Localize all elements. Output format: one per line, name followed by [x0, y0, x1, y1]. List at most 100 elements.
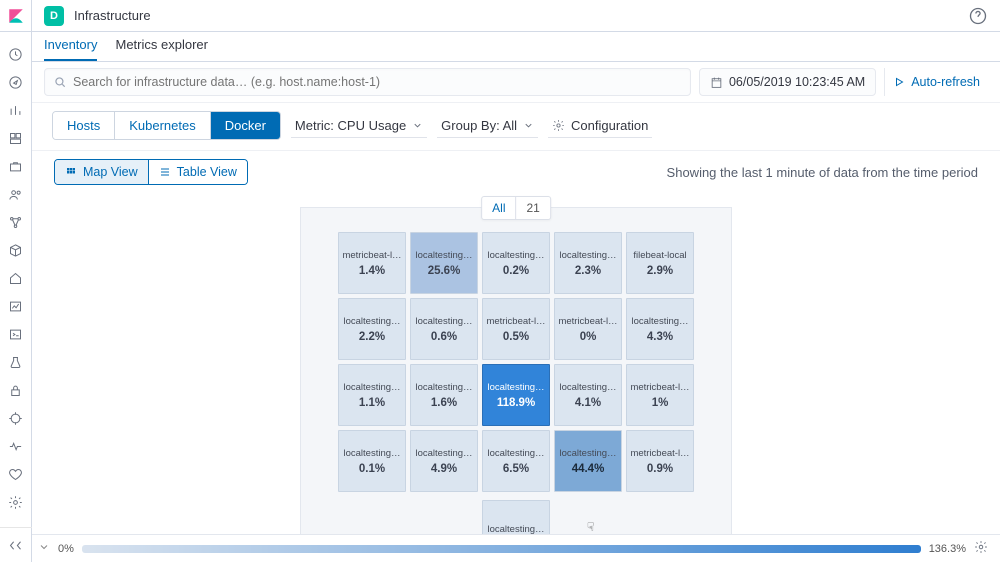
tile-name: metricbeat-l… — [485, 316, 547, 327]
metric-dropdown[interactable]: Metric: CPU Usage — [291, 114, 427, 138]
tile-name: metricbeat-l… — [341, 250, 403, 261]
pill-docker[interactable]: Docker — [211, 112, 280, 139]
waffle-tile[interactable]: localtesting…2.2% — [338, 298, 406, 360]
waffle-tile[interactable]: metricbeat-l…0.9% — [626, 430, 694, 492]
space-badge[interactable]: D — [44, 6, 64, 26]
briefcase-icon[interactable] — [0, 152, 32, 180]
waffle-tile[interactable]: metricbeat-l…0.5% — [482, 298, 550, 360]
graph-icon[interactable] — [0, 208, 32, 236]
tile-name: localtesting… — [485, 382, 547, 393]
waffle-tile[interactable]: filebeat-local2.9% — [626, 232, 694, 294]
search-input-wrap[interactable] — [44, 68, 691, 96]
waffle-tile[interactable]: localtesting…1.6% — [410, 364, 478, 426]
view-row: Map View Table View Showing the last 1 m… — [32, 151, 1000, 189]
waffle-tile[interactable]: localtesting…25.6% — [410, 232, 478, 294]
groupby-dropdown[interactable]: Group By: All — [437, 114, 538, 138]
waffle-tile[interactable]: localtesting… 118.9% — [482, 364, 550, 426]
terminal-icon[interactable] — [0, 320, 32, 348]
tile-name: localtesting… — [557, 448, 619, 459]
legend-min: 0% — [58, 543, 74, 555]
clock-icon[interactable] — [0, 40, 32, 68]
summary-text: Showing the last 1 minute of data from t… — [667, 165, 984, 180]
home-icon[interactable] — [0, 264, 32, 292]
waffle-tile[interactable]: metricbeat-l… 1% — [626, 364, 694, 426]
kibana-logo[interactable] — [0, 0, 32, 32]
tab-metrics-explorer[interactable]: Metrics explorer — [115, 31, 207, 61]
configuration-link[interactable]: Configuration — [548, 114, 652, 138]
tile-value: 4.1% — [575, 397, 601, 409]
heart-icon[interactable] — [0, 460, 32, 488]
waffle-tile[interactable]: localtesting…0.1% — [338, 430, 406, 492]
tabs: Inventory Metrics explorer — [32, 32, 1000, 62]
tile-name: localtesting… — [629, 316, 691, 327]
bar-chart-icon[interactable] — [0, 96, 32, 124]
tile-name: metricbeat-l… — [629, 382, 691, 393]
compass-icon[interactable] — [0, 68, 32, 96]
datetime-picker[interactable]: 06/05/2019 10:23:45 AM — [699, 68, 876, 96]
waffle-tile[interactable]: localtesting…0.2% — [482, 232, 550, 294]
tile-value: 118.9% — [497, 397, 535, 409]
group-label: All — [482, 197, 515, 219]
tile-name: localtesting… — [485, 448, 547, 459]
map-view-label: Map View — [83, 165, 138, 179]
tile-name: localtesting… — [485, 524, 547, 535]
tile-name: localtesting… — [413, 316, 475, 327]
tile-name: localtesting… — [413, 448, 475, 459]
waffle-tile[interactable]: localtesting… 4.9% — [410, 430, 478, 492]
pill-kubernetes[interactable]: Kubernetes — [115, 112, 211, 139]
collapse-icon[interactable] — [0, 534, 32, 556]
waffle-tile[interactable]: localtesting… 44.4% — [554, 430, 622, 492]
legend-collapse-icon[interactable] — [38, 541, 50, 556]
groupby-label: Group By: All — [441, 118, 517, 133]
chevron-down-icon — [523, 120, 534, 131]
waffle-tile[interactable]: localtesting…4.3% — [626, 298, 694, 360]
waffle-tile[interactable]: localtesting…2.3% — [554, 232, 622, 294]
tile-value: 44.4% — [572, 463, 605, 475]
tile-name: localtesting… — [485, 250, 547, 261]
tile-value: 4.9% — [431, 463, 457, 475]
tile-name: localtesting… — [557, 250, 619, 261]
tile-value: 25.6% — [428, 265, 461, 277]
waffle-tile[interactable]: metricbeat-l…1.4% — [338, 232, 406, 294]
tile-value: 2.2% — [359, 331, 385, 343]
users-icon[interactable] — [0, 180, 32, 208]
heartbeat-icon[interactable] — [0, 432, 32, 460]
auto-refresh-label: Auto-refresh — [911, 75, 980, 89]
waffle-tile[interactable]: localtesting…1.1% — [338, 364, 406, 426]
waffle-tile[interactable]: localtesting… 4.1% — [554, 364, 622, 426]
tile-name: filebeat-local — [629, 250, 691, 261]
table-view-label: Table View — [177, 165, 237, 179]
dashboard-icon[interactable] — [0, 124, 32, 152]
gear-icon[interactable] — [0, 488, 32, 516]
tile-name: localtesting… — [557, 382, 619, 393]
help-icon[interactable] — [968, 6, 988, 26]
tile-value: 0.6% — [431, 331, 457, 343]
crosshair-icon[interactable] — [0, 404, 32, 432]
tab-inventory[interactable]: Inventory — [44, 31, 97, 61]
tile-value: 0.9% — [647, 463, 673, 475]
tile-value: 1% — [652, 397, 669, 409]
map-view-button[interactable]: Map View — [55, 160, 148, 184]
grid-icon — [65, 166, 77, 178]
metric-label: Metric: CPU Usage — [295, 118, 406, 133]
source-pill-group: Hosts Kubernetes Docker — [52, 111, 281, 140]
legend-gear-icon[interactable] — [974, 540, 988, 557]
metrics-icon[interactable] — [0, 292, 32, 320]
tile-value: 0% — [580, 331, 597, 343]
waffle-tile[interactable]: localtesting…6.5% — [482, 430, 550, 492]
configuration-label: Configuration — [571, 118, 648, 133]
search-input[interactable] — [73, 75, 682, 89]
chevron-down-icon — [412, 120, 423, 131]
cube-icon[interactable] — [0, 236, 32, 264]
auto-refresh-button[interactable]: Auto-refresh — [884, 68, 988, 96]
pill-hosts[interactable]: Hosts — [53, 112, 115, 139]
beaker-icon[interactable] — [0, 348, 32, 376]
legend-max: 136.3% — [929, 543, 966, 555]
lock-icon[interactable] — [0, 376, 32, 404]
breadcrumb: Infrastructure — [74, 8, 151, 23]
play-icon — [893, 76, 905, 88]
waffle-tile[interactable]: metricbeat-l…0% — [554, 298, 622, 360]
table-view-button[interactable]: Table View — [149, 160, 247, 184]
waffle-group-header[interactable]: All 21 — [481, 196, 551, 220]
waffle-tile[interactable]: localtesting… 0.6% — [410, 298, 478, 360]
